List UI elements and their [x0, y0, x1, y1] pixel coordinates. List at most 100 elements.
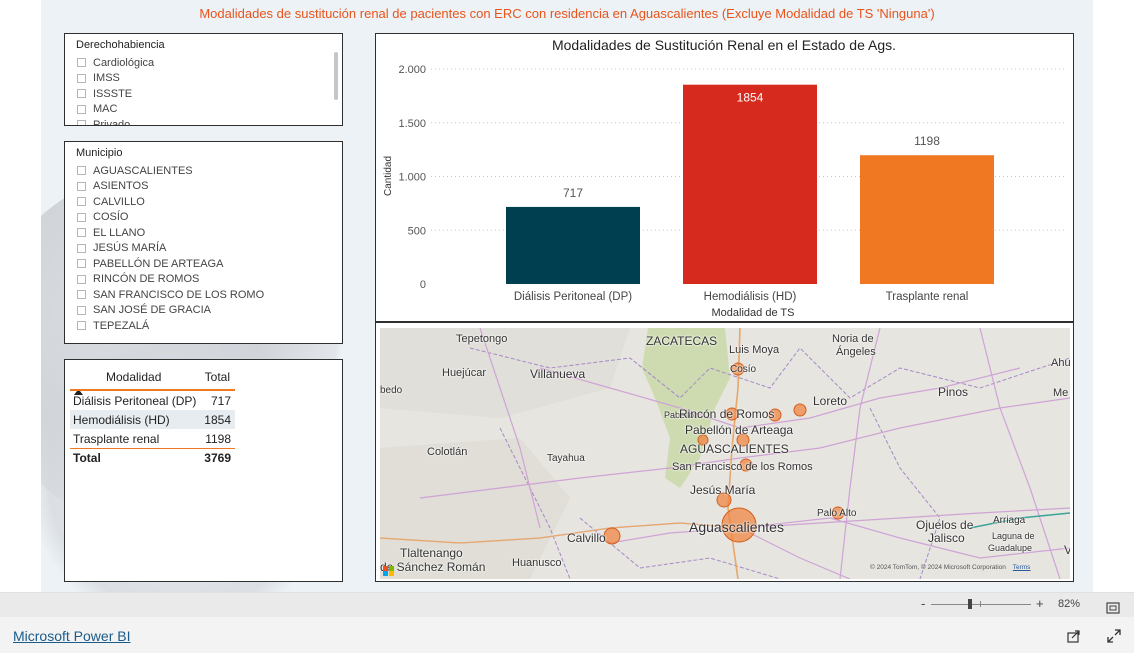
map-place-label: Ángeles — [836, 346, 876, 358]
slicer-item-label: IMSS — [93, 72, 120, 85]
slicer-item[interactable]: EL LLANO — [77, 225, 342, 241]
slicer-item-label: JESÚS MARÍA — [93, 242, 167, 255]
checkbox[interactable] — [77, 290, 86, 300]
y-tick-label: 500 — [408, 225, 426, 237]
slicer-item[interactable]: RINCÓN DE ROMOS — [77, 272, 342, 288]
report-canvas: Modalidades de sustitución renal de paci… — [0, 0, 1134, 592]
fit-to-page-icon[interactable] — [1106, 599, 1120, 618]
map-visual[interactable]: Tepetongo ZACATECAS Luis Moya Noria de Ángel… — [375, 322, 1074, 582]
slicer-item[interactable]: ASIENTOS — [77, 179, 342, 195]
checkbox[interactable] — [77, 274, 86, 284]
slicer-item[interactable]: SAN JOSÉ DE GRACIA — [77, 303, 342, 319]
checkbox[interactable] — [77, 197, 86, 207]
table-row[interactable]: Hemodiálisis (HD) 1854 — [70, 410, 235, 429]
slicer-item-label: EL LLANO — [93, 226, 146, 239]
checkbox[interactable] — [77, 58, 86, 68]
slicer-item[interactable]: SAN FRANCISCO DE LOS ROMO — [77, 287, 342, 303]
checkbox[interactable] — [77, 305, 86, 315]
table-visual[interactable]: Modalidad Total Diálisis Peritoneal (DP)… — [64, 359, 343, 582]
map-place-label: Ojuelos de — [916, 518, 974, 532]
checkbox[interactable] — [77, 89, 86, 99]
bar — [683, 84, 817, 284]
map-place-label: Aguascalientes — [689, 519, 784, 535]
checkbox[interactable] — [77, 181, 86, 191]
slicer-item[interactable]: Privado — [77, 117, 342, 125]
data-label: 1198 — [914, 134, 940, 148]
slicer-item[interactable]: COSÍO — [77, 210, 342, 226]
slicer-title: Municipio — [76, 147, 123, 159]
map-bubble — [603, 527, 621, 545]
zoom-slider-track[interactable] — [931, 604, 1031, 605]
map-place-label: bedo — [380, 385, 403, 396]
slicer-item-label: SAN JOSÉ DE GRACIA — [93, 304, 211, 317]
slicer-item[interactable]: AGUASCALIENTES — [77, 163, 342, 179]
y-axis-label: Cantidad — [383, 156, 394, 196]
map-place-label: Huejúcar — [442, 367, 487, 379]
map-canvas[interactable]: Tepetongo ZACATECAS Luis Moya Noria de Ángel… — [380, 328, 1070, 579]
checkbox[interactable] — [77, 228, 86, 238]
report-page: Modalidades de sustitución renal de paci… — [41, 0, 1093, 592]
slicer-item[interactable]: JESÚS MARÍA — [77, 241, 342, 257]
slicer-item[interactable]: ISSSTE — [77, 86, 342, 102]
bar-chart-visual[interactable]: Modalidades de Sustitución Renal en el E… — [375, 33, 1074, 322]
map-place-label: V — [1064, 543, 1070, 557]
checkbox[interactable] — [77, 259, 86, 269]
slicer-item-label: RINCÓN DE ROMOS — [93, 273, 200, 286]
slicer-municipio[interactable]: Municipio AGUASCALIENTES ASIENTOS CALVILLO… — [64, 141, 343, 344]
map-place-label: Calvillo — [567, 531, 606, 545]
cell-modalidad: Hemodiálisis (HD) — [73, 412, 170, 427]
slicer-item[interactable]: CALVILLO — [77, 194, 342, 210]
header-modalidad[interactable]: Modalidad — [74, 366, 205, 388]
footer-bar: - + 82% Microsoft Power BI — [0, 592, 1134, 653]
slicer-item[interactable]: MAC — [77, 102, 342, 118]
checkbox[interactable] — [77, 212, 86, 222]
total-label: Total — [73, 451, 101, 465]
cell-modalidad: Diálisis Peritoneal (DP) — [73, 393, 197, 408]
slicer-item-label: Cardiológica — [93, 56, 155, 69]
slicer-item[interactable]: PABELLÓN DE ARTEAGA — [77, 256, 342, 272]
map-place-label: Arriaga — [993, 515, 1026, 526]
map-place-label: Villanueva — [530, 367, 586, 381]
table-row[interactable]: Trasplante renal 1198 — [70, 429, 235, 448]
power-bi-link[interactable]: Microsoft Power BI — [13, 628, 130, 644]
header-total[interactable]: Total — [205, 366, 234, 388]
slicer-item-label: AGUASCALIENTES — [93, 164, 193, 177]
zoom-slider-handle[interactable] — [968, 599, 972, 609]
scrollbar[interactable] — [334, 52, 338, 100]
data-table: Modalidad Total — [74, 366, 234, 388]
table-row[interactable]: Diálisis Peritoneal (DP) 717 — [70, 391, 235, 410]
share-icon[interactable] — [1067, 628, 1081, 647]
map-place-label: Palo Alto — [817, 508, 857, 519]
chart-title: Modalidades de Sustitución Renal en el E… — [552, 37, 896, 53]
map-place-label: Pabellón de Arteaga — [685, 423, 794, 437]
checkbox[interactable] — [77, 243, 86, 253]
checkbox[interactable] — [77, 166, 86, 176]
zoom-out-button[interactable]: - — [921, 596, 925, 611]
map-place-label: Tepetongo — [456, 333, 508, 345]
checkbox[interactable] — [77, 321, 86, 331]
map-place-label: Huanusco — [512, 557, 562, 569]
map-place-label: Rincón de Romos — [679, 407, 775, 421]
slicer-derechohabiencia[interactable]: Derechohabiencia Cardiológica IMSS ISSSTE M… — [64, 33, 343, 126]
table-total-row: Total 3769 — [70, 449, 235, 467]
slicer-item[interactable]: TEPEZALÁ — [77, 318, 342, 334]
map-terms-link[interactable]: Terms — [1013, 564, 1031, 571]
map-place-label: Me — [1053, 387, 1069, 399]
map-place-label: de Sánchez Román — [380, 560, 486, 574]
y-tick-label: 0 — [420, 279, 426, 291]
map-place-label: Tlaltenango — [400, 546, 463, 560]
map-place-label: Laguna de — [992, 531, 1035, 541]
slicer-item-label: PABELLÓN DE ARTEAGA — [93, 257, 224, 270]
map-place-label: Loreto — [813, 394, 848, 408]
slicer-item-label: ISSSTE — [93, 87, 133, 100]
fullscreen-icon[interactable] — [1107, 628, 1121, 647]
checkbox[interactable] — [77, 120, 86, 125]
checkbox[interactable] — [77, 104, 86, 114]
zoom-in-button[interactable]: + — [1036, 596, 1044, 611]
slicer-item[interactable]: IMSS — [77, 71, 342, 87]
slicer-item-label: SAN FRANCISCO DE LOS ROMO — [93, 288, 265, 301]
checkbox[interactable] — [77, 73, 86, 83]
slicer-item[interactable]: Cardiológica — [77, 55, 342, 71]
slicer-list: Cardiológica IMSS ISSSTE MAC Privado — [77, 55, 342, 125]
data-label: 1854 — [737, 91, 764, 105]
